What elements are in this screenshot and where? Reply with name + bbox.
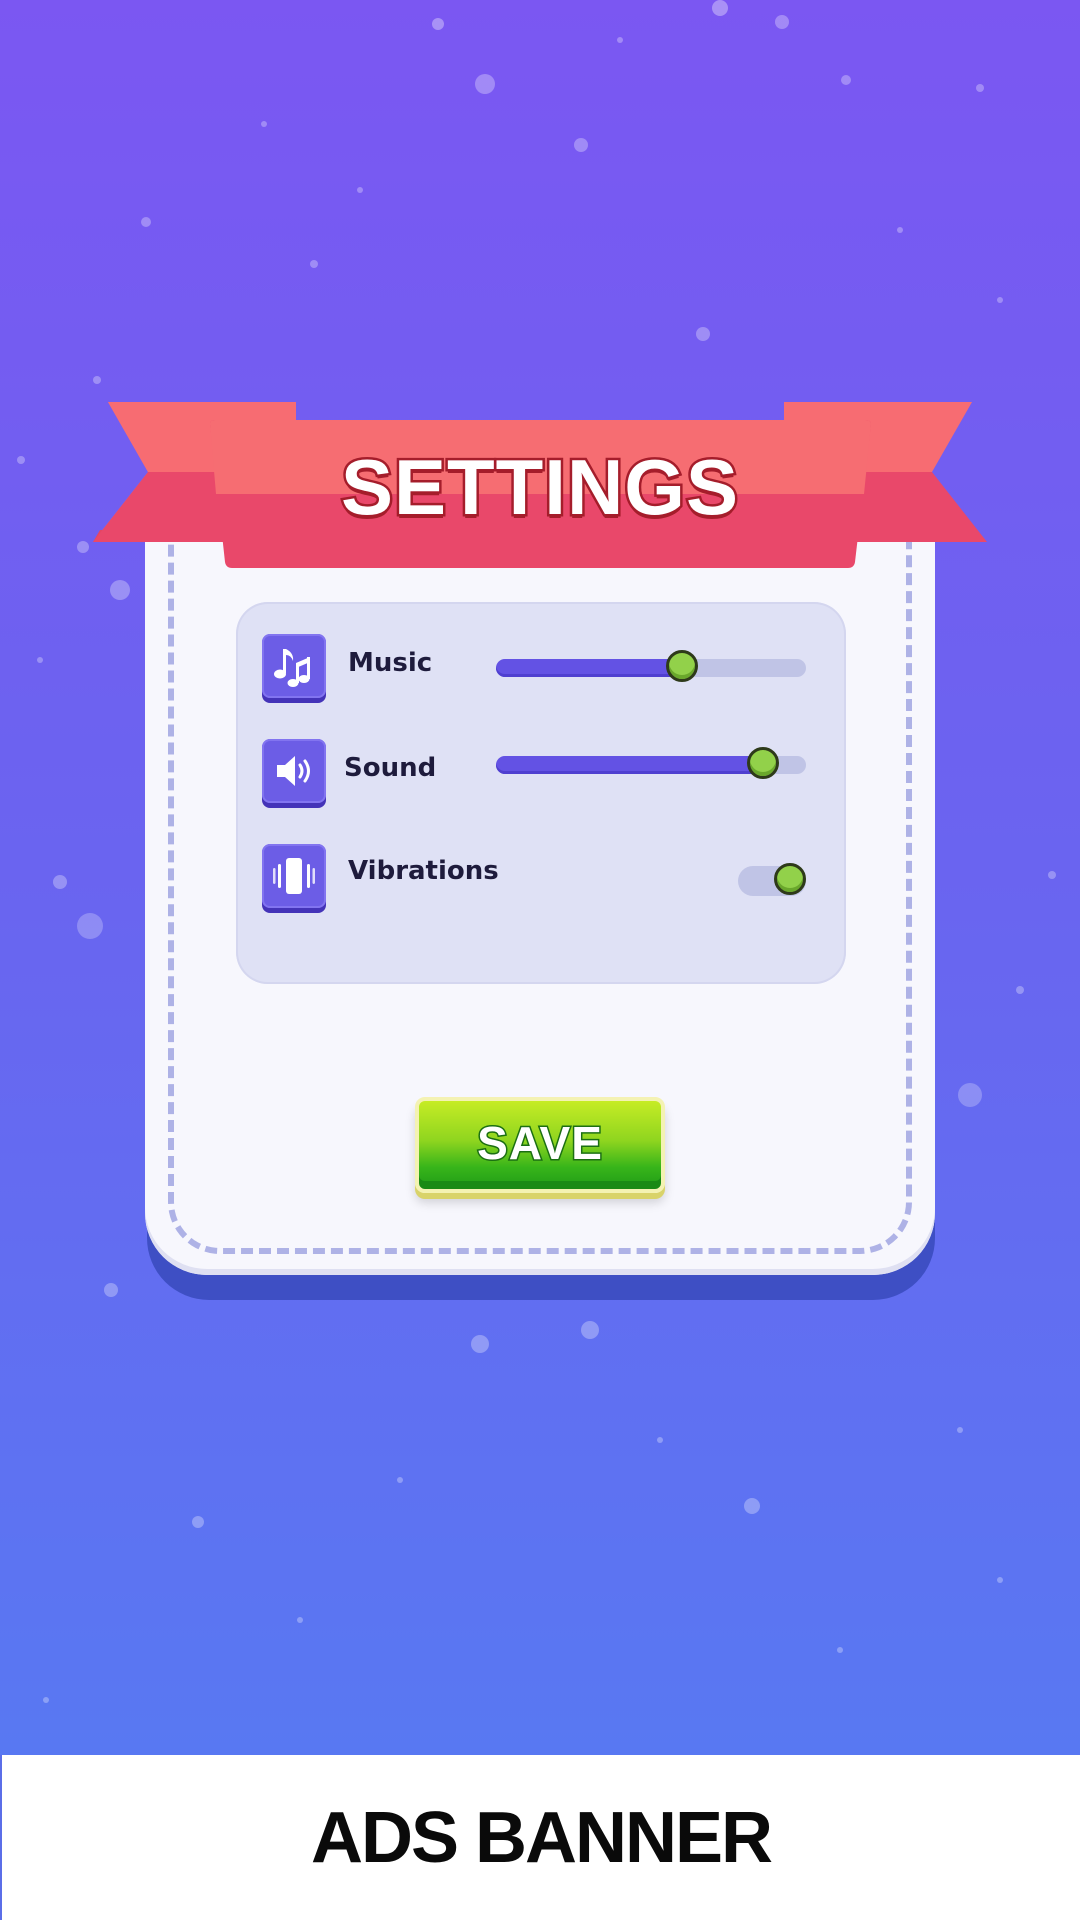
save-button[interactable]: SAVE xyxy=(415,1097,665,1193)
sound-slider[interactable] xyxy=(496,747,806,779)
vibrations-toggle[interactable] xyxy=(738,863,806,896)
setting-row-vibrations: Vibrations xyxy=(236,844,846,914)
setting-row-sound: Sound xyxy=(236,739,846,809)
slider-fill xyxy=(496,659,682,677)
save-button-label: SAVE xyxy=(476,1116,604,1171)
music-notes-icon xyxy=(262,634,326,698)
music-slider[interactable] xyxy=(496,650,806,682)
settings-list: Music Sound Vibrations xyxy=(236,602,846,984)
setting-row-music: Music xyxy=(236,634,846,704)
ads-banner-label: ADS BANNER xyxy=(310,1797,773,1878)
setting-label-vibrations: Vibrations xyxy=(348,856,499,886)
vibration-icon xyxy=(262,844,326,908)
toggle-knob[interactable] xyxy=(774,863,806,895)
speaker-icon xyxy=(262,739,326,803)
slider-knob[interactable] xyxy=(747,747,779,779)
setting-label-sound: Sound xyxy=(344,753,437,783)
slider-fill xyxy=(496,756,763,774)
page-title: SETTINGS xyxy=(338,441,740,534)
ads-banner[interactable]: ADS BANNER xyxy=(0,1755,1080,1920)
slider-knob[interactable] xyxy=(666,650,698,682)
setting-label-music: Music xyxy=(348,648,433,678)
